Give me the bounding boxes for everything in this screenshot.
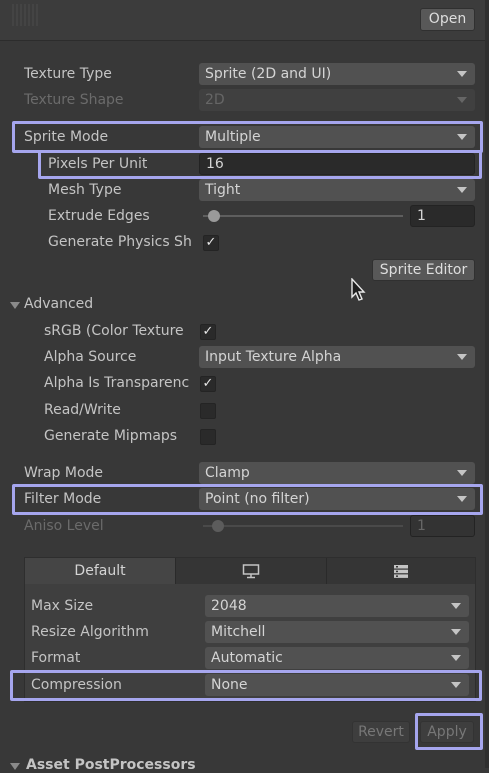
extrude-edges-slider-track[interactable] bbox=[203, 215, 403, 217]
extrude-edges-label: Extrude Edges bbox=[48, 208, 150, 224]
chevron-down-icon bbox=[457, 97, 467, 103]
aniso-level-label: Aniso Level bbox=[24, 518, 104, 534]
tab-default[interactable]: Default bbox=[25, 558, 175, 584]
alpha-source-label: Alpha Source bbox=[44, 349, 137, 365]
read-write-label: Read/Write bbox=[44, 402, 121, 418]
generate-mipmaps-checkbox[interactable] bbox=[200, 429, 216, 445]
format-label: Format bbox=[31, 650, 81, 666]
alpha-is-transparency-label: Alpha Is Transparenc bbox=[44, 375, 190, 391]
format-value: Automatic bbox=[211, 650, 283, 666]
srgb-checkbox[interactable]: ✓ bbox=[200, 324, 216, 340]
open-button[interactable]: Open bbox=[420, 8, 475, 31]
sprite-editor-button[interactable]: Sprite Editor bbox=[372, 259, 475, 281]
asset-postprocessors-label[interactable]: Asset PostProcessors bbox=[26, 757, 196, 773]
asset-preview-icon bbox=[12, 4, 38, 26]
max-size-dropdown[interactable]: 2048 bbox=[205, 595, 469, 617]
format-dropdown[interactable]: Automatic bbox=[205, 647, 469, 669]
advanced-section-label[interactable]: Advanced bbox=[24, 296, 93, 312]
apply-highlight bbox=[415, 713, 483, 750]
mesh-type-label: Mesh Type bbox=[48, 182, 122, 198]
filter-mode-highlight bbox=[12, 484, 483, 515]
pixels-per-unit-highlight bbox=[38, 150, 482, 179]
generate-physics-shape-checkbox[interactable]: ✓ bbox=[203, 235, 219, 251]
compression-highlight bbox=[10, 670, 482, 701]
mouse-cursor-icon bbox=[351, 278, 366, 301]
advanced-foldout-icon[interactable] bbox=[10, 302, 20, 309]
generate-mipmaps-label: Generate Mipmaps bbox=[44, 428, 178, 444]
resize-algorithm-dropdown[interactable]: Mitchell bbox=[205, 621, 469, 643]
texture-type-value: Sprite (2D and UI) bbox=[205, 66, 332, 82]
chevron-down-icon bbox=[457, 470, 467, 476]
chevron-down-icon bbox=[451, 629, 461, 635]
srgb-label: sRGB (Color Texture bbox=[44, 323, 184, 339]
extrude-edges-input[interactable]: 1 bbox=[410, 205, 475, 227]
texture-shape-label: Texture Shape bbox=[24, 92, 124, 108]
sprite-mode-highlight bbox=[12, 121, 483, 153]
chevron-down-icon bbox=[457, 71, 467, 77]
extrude-edges-slider-knob[interactable] bbox=[208, 210, 220, 222]
aniso-level-slider-track bbox=[203, 525, 403, 527]
texture-type-dropdown[interactable]: Sprite (2D and UI) bbox=[199, 63, 475, 85]
wrap-mode-value: Clamp bbox=[205, 465, 250, 481]
read-write-checkbox[interactable] bbox=[200, 403, 216, 419]
tab-server[interactable] bbox=[326, 558, 475, 584]
monitor-icon bbox=[242, 564, 260, 579]
texture-shape-dropdown: 2D bbox=[199, 89, 475, 111]
chevron-down-icon bbox=[451, 655, 461, 661]
mesh-type-dropdown[interactable]: Tight bbox=[199, 179, 475, 201]
wrap-mode-label: Wrap Mode bbox=[24, 465, 104, 481]
max-size-label: Max Size bbox=[31, 598, 94, 614]
asset-postprocessors-foldout-icon[interactable] bbox=[10, 763, 20, 770]
revert-button[interactable]: Revert bbox=[352, 721, 410, 743]
texture-shape-value: 2D bbox=[205, 92, 225, 108]
server-icon bbox=[394, 565, 408, 578]
chevron-down-icon bbox=[457, 354, 467, 360]
mesh-type-value: Tight bbox=[205, 182, 241, 198]
tab-standalone[interactable] bbox=[175, 558, 326, 584]
alpha-source-value: Input Texture Alpha bbox=[205, 349, 342, 365]
chevron-down-icon bbox=[457, 187, 467, 193]
aniso-level-input: 1 bbox=[410, 515, 475, 537]
texture-type-label: Texture Type bbox=[24, 66, 112, 82]
alpha-is-transparency-checkbox[interactable]: ✓ bbox=[200, 376, 216, 392]
generate-physics-shape-label: Generate Physics Sh bbox=[48, 234, 192, 250]
header-bar bbox=[0, 0, 489, 41]
max-size-value: 2048 bbox=[211, 598, 247, 614]
wrap-mode-dropdown[interactable]: Clamp bbox=[199, 462, 475, 484]
resize-algorithm-value: Mitchell bbox=[211, 624, 266, 640]
resize-algorithm-label: Resize Algorithm bbox=[31, 624, 149, 640]
tab-default-label: Default bbox=[74, 563, 126, 579]
scrollbar[interactable] bbox=[485, 0, 489, 768]
aniso-level-slider-knob bbox=[212, 520, 224, 532]
alpha-source-dropdown[interactable]: Input Texture Alpha bbox=[199, 346, 475, 368]
chevron-down-icon bbox=[451, 603, 461, 609]
